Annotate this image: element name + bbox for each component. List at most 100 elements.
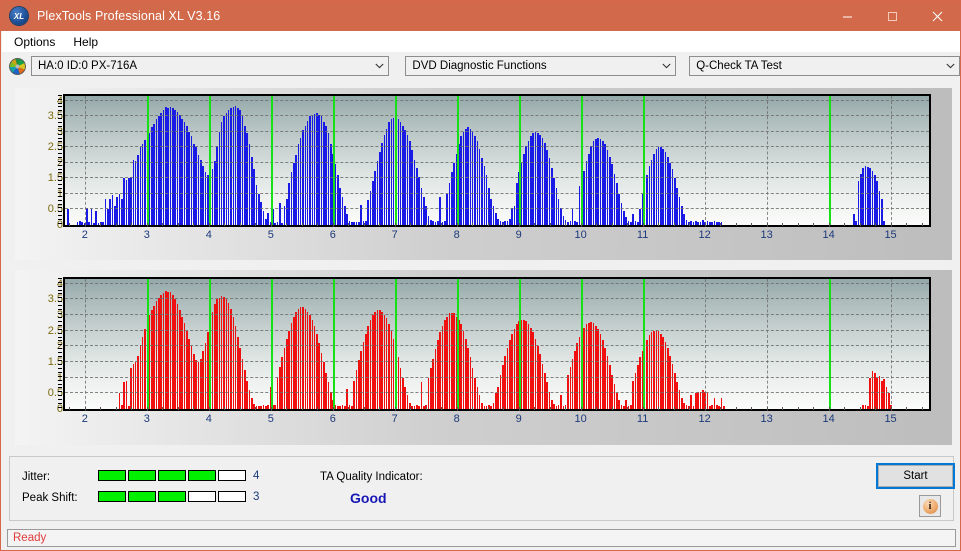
x-axis-minor-tick: [348, 223, 350, 226]
y-axis-minor-tick: [58, 215, 62, 217]
x-axis-minor-tick: [317, 223, 319, 226]
y-axis-minor-tick: [58, 328, 62, 330]
x-axis-tick-label: 10: [574, 413, 587, 425]
x-axis-minor-tick: [441, 407, 443, 410]
close-icon[interactable]: [915, 1, 960, 31]
chevron-down-icon[interactable]: [942, 63, 959, 69]
y-axis-minor-tick: [58, 371, 62, 373]
x-axis-minor-tick: [611, 223, 613, 226]
meter-segment: [218, 491, 246, 502]
x-axis-minor-tick: [363, 407, 365, 410]
y-axis-minor-tick: [58, 352, 62, 354]
x-axis-minor-tick: [162, 407, 164, 410]
window-title: PlexTools Professional XL V3.16: [37, 9, 221, 23]
x-axis-minor-tick: [472, 407, 474, 410]
x-axis-minor-tick: [286, 223, 288, 226]
x-axis-minor-tick: [689, 223, 691, 226]
x-axis-minor-tick: [642, 223, 644, 226]
chevron-down-icon[interactable]: [371, 63, 388, 69]
x-axis-tick-label: 12: [698, 229, 711, 241]
y-axis-minor-tick: [58, 156, 62, 158]
x-axis-minor-tick: [224, 223, 226, 226]
x-axis-minor-tick: [503, 407, 505, 410]
y-axis-minor-tick: [58, 301, 62, 303]
y-axis-minor-tick: [58, 191, 62, 193]
y-axis-minor-tick: [58, 211, 62, 213]
sector-marker: [642, 96, 645, 225]
y-axis-minor-tick: [58, 106, 62, 108]
sector-marker: [332, 279, 335, 409]
menu-item-help[interactable]: Help: [65, 33, 106, 51]
x-axis-minor-tick: [503, 223, 505, 226]
x-axis-tick-label: 7: [391, 229, 398, 241]
x-axis-minor-tick: [146, 223, 148, 226]
jitter-chart-plot: [63, 94, 931, 227]
chart-bar: [125, 380, 128, 409]
menu-item-options[interactable]: Options: [6, 33, 63, 51]
meter-segment: [98, 491, 126, 502]
drive-select[interactable]: HA:0 ID:0 PX-716A: [31, 56, 390, 76]
window-controls: [825, 1, 960, 31]
sector-marker: [208, 279, 211, 409]
x-axis-minor-tick: [782, 223, 784, 226]
x-axis-tick-label: 11: [636, 229, 649, 241]
y-axis-minor-tick: [58, 375, 62, 377]
x-axis-tick-label: 9: [515, 413, 522, 425]
x-axis-minor-tick: [704, 407, 706, 410]
y-axis-minor-tick: [58, 316, 62, 318]
minimize-icon[interactable]: [825, 1, 870, 31]
info-button[interactable]: i: [919, 495, 941, 517]
x-axis-minor-tick: [348, 407, 350, 410]
y-axis-tick-label: 2.5: [47, 141, 63, 154]
x-axis-minor-tick: [642, 407, 644, 410]
x-axis-minor-tick: [859, 407, 861, 410]
y-axis-minor-tick: [58, 387, 62, 389]
x-axis-minor-tick: [797, 407, 799, 410]
function-select[interactable]: DVD Diagnostic Functions: [405, 56, 677, 76]
x-axis-minor-tick: [301, 407, 303, 410]
y-axis-minor-tick: [58, 137, 62, 139]
y-axis-minor-tick: [58, 145, 62, 147]
y-axis-minor-tick: [58, 164, 62, 166]
y-axis-minor-tick: [58, 309, 62, 311]
jitter-value: 4: [253, 470, 260, 482]
sector-marker: [146, 279, 149, 409]
y-axis-minor-tick: [58, 184, 62, 186]
meter-segment: [188, 470, 216, 481]
x-axis-minor-tick: [828, 407, 830, 410]
drive-select-value: HA:0 ID:0 PX-716A: [38, 60, 138, 72]
results-panel: Jitter: 4 Peak Shift: 3 TA Quality Indic…: [9, 456, 955, 521]
x-axis-minor-tick: [425, 223, 427, 226]
x-axis-minor-tick: [286, 407, 288, 410]
x-axis-tick-label: 5: [267, 413, 274, 425]
x-axis-minor-tick: [735, 407, 737, 410]
x-axis-minor-tick: [177, 223, 179, 226]
maximize-icon[interactable]: [870, 1, 915, 31]
test-select[interactable]: Q-Check TA Test: [689, 56, 961, 76]
y-axis-minor-tick: [58, 363, 62, 365]
x-axis-minor-tick: [534, 223, 536, 226]
x-axis-minor-tick: [239, 223, 241, 226]
jitter-chart-panel: 0 0.5 1 1.5 2 2.5 3 3.5 4 2 3 4 5 6 7 8 9 10 11 12 13 14 15: [15, 88, 952, 260]
y-axis-tick-label: 0.5: [47, 203, 63, 216]
chevron-down-icon[interactable]: [658, 63, 675, 69]
start-button[interactable]: Start: [876, 463, 955, 489]
y-axis-minor-tick: [58, 207, 62, 209]
x-axis-minor-tick: [751, 223, 753, 226]
x-axis-minor-tick: [193, 407, 195, 410]
x-axis-minor-tick: [813, 407, 815, 410]
x-axis-tick-label: 8: [453, 413, 460, 425]
y-axis-tick-label: 0.5: [47, 387, 63, 400]
y-axis-tick-label: 3.5: [47, 293, 63, 306]
x-axis-tick-label: 15: [884, 229, 897, 241]
y-axis-minor-tick: [58, 324, 62, 326]
x-axis-minor-tick: [890, 407, 892, 410]
x-axis-minor-tick: [797, 223, 799, 226]
sector-marker: [456, 96, 459, 225]
x-axis-tick-label: 6: [329, 413, 336, 425]
chart-bar: [883, 221, 885, 225]
x-axis-minor-tick: [813, 223, 815, 226]
y-axis-minor-tick: [58, 383, 62, 385]
x-axis-tick-label: 13: [760, 413, 773, 425]
jitter-chart-bars: [65, 96, 929, 225]
